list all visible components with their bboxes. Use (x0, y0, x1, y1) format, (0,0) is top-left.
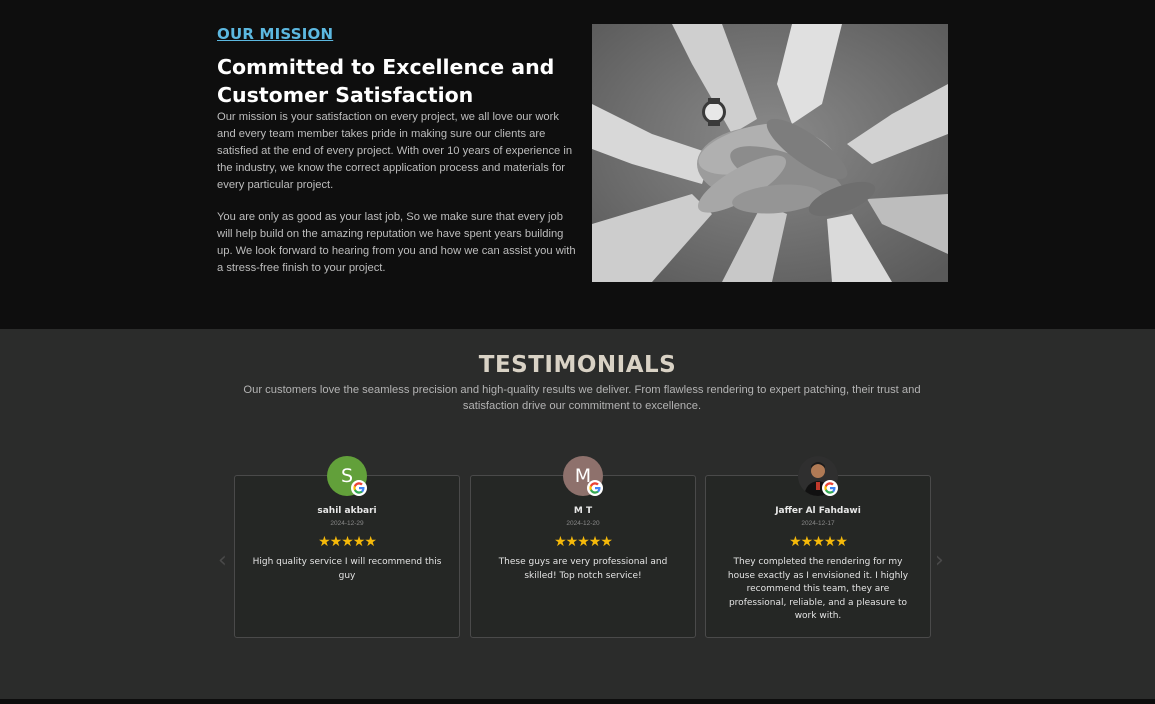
review-card: Jaffer Al Fahdawi 2024-12-17 ★★★★★ They … (705, 456, 931, 638)
star-rating: ★★★★★ (789, 534, 848, 550)
review-text: These guys are very professional and ski… (498, 557, 668, 581)
mission-eyebrow-link[interactable]: OUR MISSION (217, 25, 333, 43)
review-date: 2024-12-20 (566, 520, 600, 527)
google-icon (822, 480, 838, 496)
review-date: 2024-12-29 (330, 520, 364, 527)
google-icon (351, 480, 367, 496)
testimonials-heading: TESTIMONIALS (478, 352, 677, 378)
mission-paragraph-1: Our mission is your satisfaction on ever… (217, 111, 573, 191)
carousel-prev-arrow-icon[interactable]: ‹ (218, 548, 227, 573)
review-text: They completed the rendering for my hous… (727, 557, 909, 621)
google-icon (587, 480, 603, 496)
reviewer-name: M T (573, 506, 593, 516)
testimonials-section: TESTIMONIALS Our customers love the seam… (0, 329, 1155, 699)
star-rating: ★★★★★ (554, 534, 613, 550)
star-rating: ★★★★★ (318, 534, 377, 550)
mission-paragraph-2: You are only as good as your last job, S… (217, 211, 576, 274)
review-card: S sahil akbari 2024-12-29 ★★★★★ High qua… (234, 456, 460, 638)
mission-section: OUR MISSION Committed to Excellence and … (0, 0, 1155, 329)
review-date: 2024-12-17 (801, 520, 835, 527)
team-hands-photo (592, 24, 948, 282)
reviewer-name: Jaffer Al Fahdawi (775, 506, 861, 516)
testimonials-subheading: Our customers love the seamless precisio… (243, 384, 921, 412)
carousel-next-arrow-icon[interactable]: › (935, 548, 944, 573)
review-card: M M T 2024-12-20 ★★★★★ These guys are ve… (470, 456, 696, 638)
mission-title: Committed to Excellence and Customer Sat… (217, 55, 555, 107)
team-hands-illustration (592, 24, 948, 282)
review-text: High quality service I will recommend th… (252, 557, 442, 581)
footer-edge (0, 699, 1155, 704)
reviewer-name: sahil akbari (317, 506, 377, 516)
